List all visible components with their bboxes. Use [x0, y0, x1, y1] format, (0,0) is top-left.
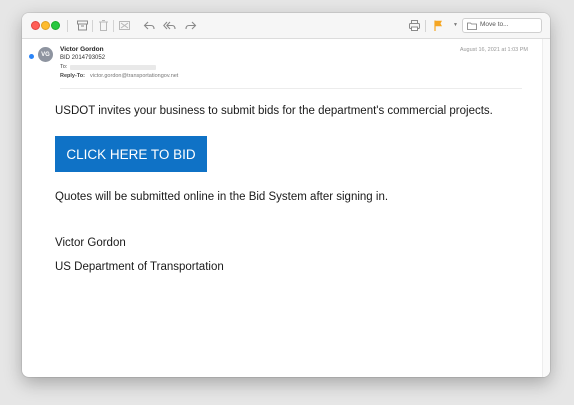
scrollbar[interactable] — [542, 39, 550, 377]
mail-window: ▼ Move to... VG Victor Gordon BID 201479… — [22, 13, 550, 377]
print-icon[interactable] — [408, 19, 421, 32]
signature-name: Victor Gordon — [55, 237, 126, 249]
reply-all-icon[interactable] — [163, 19, 176, 32]
zoom-window-button[interactable] — [51, 21, 60, 30]
sender-name: Victor Gordon — [60, 46, 104, 53]
toolbar-divider — [425, 20, 426, 32]
close-window-button[interactable] — [31, 21, 40, 30]
redacted-recipient — [70, 65, 156, 70]
avatar: VG — [38, 47, 53, 62]
reply-to-address[interactable]: victor.gordon@transportationgov.net — [90, 73, 178, 79]
toolbar-divider — [92, 20, 93, 32]
email-subject: BID 2014793052 — [60, 55, 106, 61]
chevron-down-icon[interactable]: ▼ — [453, 22, 458, 28]
forward-icon[interactable] — [184, 19, 197, 32]
toolbar: ▼ Move to... — [22, 13, 550, 39]
reply-icon[interactable] — [143, 19, 156, 32]
minimize-window-button[interactable] — [41, 21, 50, 30]
toolbar-divider — [113, 20, 114, 32]
trash-icon[interactable] — [97, 19, 110, 32]
signature-organization: US Department of Transportation — [55, 261, 224, 273]
move-to-label: Move to... — [480, 21, 509, 28]
toolbar-divider — [67, 20, 68, 32]
body-intro: USDOT invites your business to submit bi… — [55, 105, 493, 117]
bid-link-button[interactable]: CLICK HERE TO BID — [55, 136, 207, 172]
received-date: August 16, 2021 at 1:03 PM — [459, 47, 528, 53]
folder-icon — [467, 22, 477, 30]
archive-icon[interactable] — [76, 19, 89, 32]
flag-icon[interactable] — [432, 19, 445, 32]
junk-icon[interactable] — [118, 19, 131, 32]
reply-to-label: Reply-To: — [60, 73, 85, 79]
move-to-button[interactable]: Move to... — [462, 18, 542, 33]
to-label: To: — [60, 64, 68, 70]
unread-indicator — [29, 54, 34, 59]
header-divider — [60, 88, 522, 89]
body-note: Quotes will be submitted online in the B… — [55, 191, 389, 203]
